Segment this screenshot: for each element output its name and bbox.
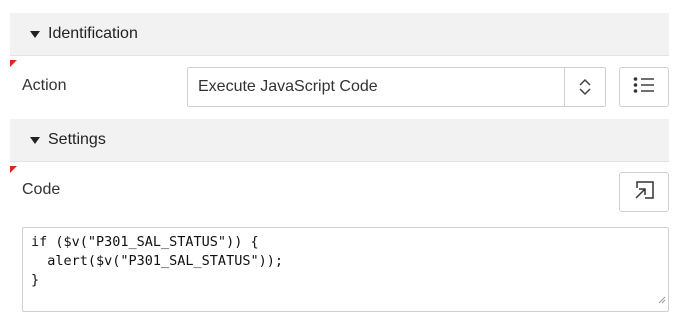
resize-grip-icon[interactable] <box>658 291 666 309</box>
required-marker <box>10 166 17 173</box>
code-editor[interactable]: if ($v("P301_SAL_STATUS")) { alert($v("P… <box>22 227 669 312</box>
collapse-triangle-icon <box>30 136 40 144</box>
section-header-settings[interactable]: Settings <box>10 119 669 162</box>
expand-editor-button[interactable] <box>619 172 669 212</box>
code-line: if ($v("P301_SAL_STATUS")) { <box>31 234 259 250</box>
up-down-chevron-icon <box>564 68 605 106</box>
expand-editor-icon <box>633 180 655 205</box>
code-line: } <box>31 272 40 288</box>
action-label: Action <box>22 77 67 94</box>
section-header-identification[interactable]: Identification <box>10 13 669 56</box>
section-title: Identification <box>48 25 138 42</box>
list-button[interactable] <box>619 67 669 107</box>
section-title: Settings <box>48 131 106 148</box>
code-line: alert($v("P301_SAL_STATUS")); <box>31 253 283 269</box>
action-select[interactable]: Execute JavaScript Code <box>187 67 606 107</box>
required-marker <box>10 60 17 67</box>
collapse-triangle-icon <box>30 30 40 38</box>
code-label: Code <box>22 181 61 198</box>
list-icon <box>633 76 655 99</box>
action-select-value: Execute JavaScript Code <box>198 78 378 95</box>
